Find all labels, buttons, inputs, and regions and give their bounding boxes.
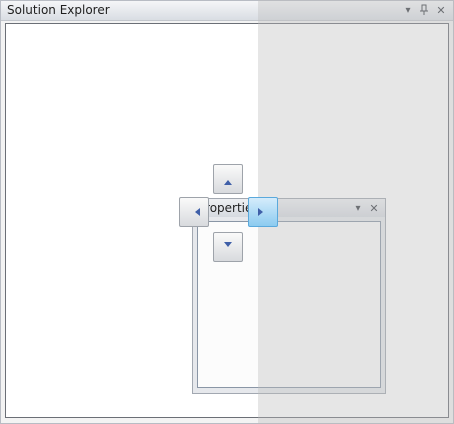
- properties-titlebar[interactable]: Properties ▾ ✕: [193, 199, 385, 217]
- solution-explorer-title: Solution Explorer: [7, 3, 110, 17]
- dock-guide-left[interactable]: [179, 197, 209, 227]
- arrow-right-icon: [257, 208, 263, 216]
- pin-icon-graphic: [420, 4, 428, 15]
- dock-guide-right[interactable]: [248, 197, 278, 227]
- dropdown-arrow-icon[interactable]: ▾: [401, 3, 415, 17]
- close-icon[interactable]: ✕: [434, 3, 448, 17]
- arrow-down-icon: [224, 241, 232, 247]
- properties-window[interactable]: Properties ▾ ✕: [192, 198, 386, 394]
- solution-explorer-titlebar[interactable]: Solution Explorer ▾ ✕: [1, 1, 453, 21]
- dock-guide-top[interactable]: [213, 164, 243, 194]
- close-icon[interactable]: ✕: [367, 201, 381, 215]
- dropdown-arrow-icon[interactable]: ▾: [351, 201, 365, 215]
- arrow-up-icon: [224, 179, 232, 185]
- ide-workspace: Solution Explorer ▾ ✕ Properties ▾ ✕: [0, 0, 454, 424]
- dock-guide-bottom[interactable]: [213, 232, 243, 262]
- pin-icon[interactable]: [417, 3, 431, 17]
- arrow-left-icon: [194, 208, 200, 216]
